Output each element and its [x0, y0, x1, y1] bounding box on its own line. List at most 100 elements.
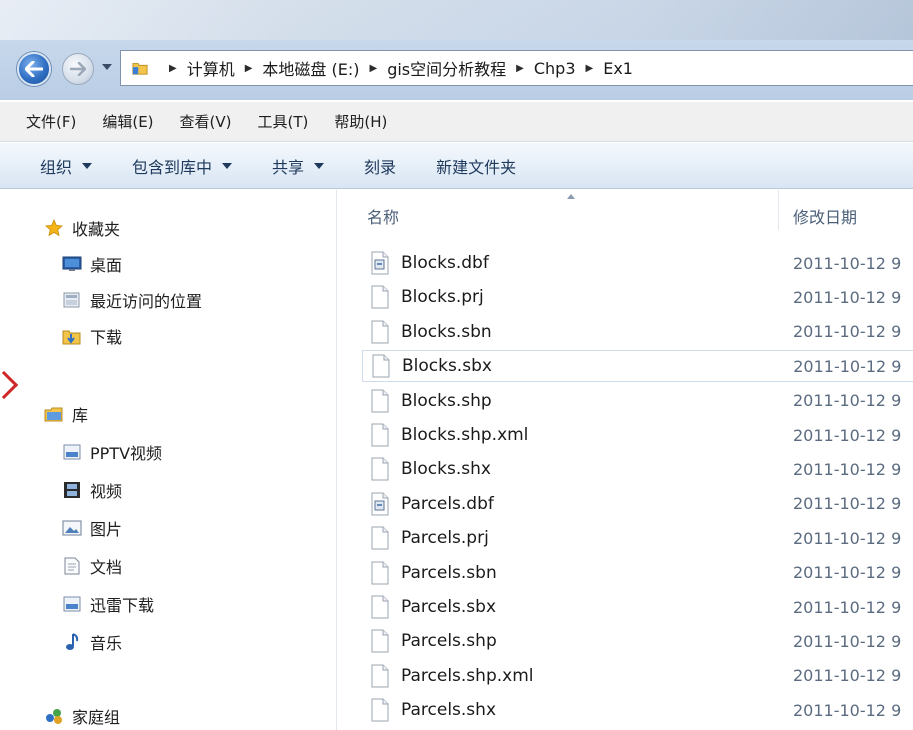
nav-xunlei-downloads[interactable]: 迅雷下载: [62, 592, 154, 616]
file-row[interactable]: Blocks.prj 2011-10-12 9: [362, 281, 913, 313]
picture-icon: [62, 519, 82, 537]
blank-file-icon: [371, 526, 389, 550]
file-modified-date: 2011-10-12 9: [793, 528, 902, 548]
breadcrumb-separator-icon[interactable]: ▶: [370, 63, 378, 74]
file-list-pane: 名称 修改日期 Blocks.dbf 2011-10-12 9 Blocks.prj…: [338, 190, 913, 730]
navigation-pane: 收藏夹 桌面 最近访问的位置 下载 库 PPTV视频 视频 图片 文档 迅雷下载…: [0, 190, 337, 730]
blank-file-icon: [371, 423, 389, 447]
breadcrumb-computer[interactable]: 计算机: [187, 56, 235, 80]
column-divider[interactable]: [778, 190, 779, 230]
desktop-icon: [62, 255, 82, 273]
new-folder-button[interactable]: 新建文件夹: [436, 154, 516, 178]
file-name: Parcels.sbx: [401, 597, 497, 617]
organize-label: 组织: [40, 157, 73, 177]
file-row[interactable]: Blocks.shp.xml 2011-10-12 9: [362, 419, 913, 451]
share-button[interactable]: 共享: [272, 154, 325, 178]
include-in-library-button[interactable]: 包含到库中: [132, 154, 233, 178]
file-modified-date: 2011-10-12 9: [793, 700, 902, 720]
address-bar[interactable]: ▶ 计算机 ▶ 本地磁盘 (E:) ▶ gis空间分析教程 ▶ Chp3 ▶ E…: [120, 50, 913, 86]
column-header-modified[interactable]: 修改日期: [793, 204, 857, 228]
file-modified-date: 2011-10-12 9: [793, 597, 902, 617]
blank-file-icon: [371, 457, 389, 481]
file-modified-date: 2011-10-12 9: [793, 322, 902, 342]
nav-music[interactable]: 音乐: [62, 630, 122, 654]
blank-file-icon: [371, 285, 389, 309]
nav-homegroup[interactable]: 家庭组: [44, 704, 120, 728]
back-button[interactable]: [17, 52, 51, 86]
file-modified-date: 2011-10-12 9: [793, 666, 902, 686]
breadcrumb-separator-icon[interactable]: ▶: [586, 63, 594, 74]
nav-downloads[interactable]: 下载: [62, 324, 122, 348]
recent-pages-dropdown[interactable]: [102, 64, 112, 70]
file-row[interactable]: Blocks.sbx 2011-10-12 9: [362, 350, 913, 383]
nav-libraries-label: 库: [72, 406, 89, 425]
blank-file-icon: [371, 698, 389, 722]
file-name: Blocks.shp: [401, 390, 492, 411]
nav-pictures[interactable]: 图片: [62, 516, 122, 540]
nav-libraries[interactable]: 库: [44, 402, 88, 426]
file-row[interactable]: Parcels.prj 2011-10-12 9: [362, 522, 913, 554]
nav-favorites-label: 收藏夹: [72, 220, 121, 239]
menu-view[interactable]: 查看(V): [180, 111, 232, 132]
back-arrow-icon: [25, 61, 43, 77]
file-modified-date: 2011-10-12 9: [793, 631, 902, 651]
file-row[interactable]: Blocks.shx 2011-10-12 9: [362, 453, 913, 485]
nav-documents[interactable]: 文档: [62, 554, 122, 578]
menu-bar: 文件(F) 编辑(E) 查看(V) 工具(T) 帮助(H): [0, 102, 913, 142]
library-folder-icon: [62, 443, 82, 461]
chevron-right-icon: [0, 370, 19, 400]
file-name: Parcels.sbn: [401, 562, 497, 583]
file-row[interactable]: Blocks.dbf 2011-10-12 9: [362, 247, 913, 279]
file-row[interactable]: Parcels.sbn 2011-10-12 9: [362, 557, 913, 589]
breadcrumb-separator-icon[interactable]: ▶: [245, 63, 253, 74]
breadcrumb-separator-icon[interactable]: ▶: [169, 63, 177, 74]
file-name: Parcels.shx: [401, 700, 497, 721]
file-row[interactable]: Parcels.shp.xml 2011-10-12 9: [362, 660, 913, 692]
nav-videos-label: 视频: [90, 482, 123, 501]
menu-help[interactable]: 帮助(H): [334, 111, 387, 132]
nav-pptv-video[interactable]: PPTV视频: [62, 440, 162, 464]
blank-file-icon: [371, 561, 389, 585]
nav-desktop-label: 桌面: [90, 256, 123, 275]
menu-file[interactable]: 文件(F): [26, 111, 76, 132]
forward-button[interactable]: [62, 53, 94, 85]
music-note-icon: [62, 633, 82, 651]
file-name: Parcels.shp.xml: [401, 665, 534, 686]
burn-button[interactable]: 刻录: [364, 154, 396, 178]
file-name: Blocks.dbf: [401, 253, 489, 273]
chevron-down-icon: [314, 162, 325, 169]
breadcrumb-tutorial[interactable]: gis空间分析教程: [387, 56, 506, 80]
nav-music-label: 音乐: [90, 634, 123, 653]
file-row[interactable]: Parcels.shp 2011-10-12 9: [362, 625, 913, 657]
file-modified-date: 2011-10-12 9: [793, 356, 902, 376]
file-modified-date: 2011-10-12 9: [793, 459, 902, 479]
breadcrumb-chp3[interactable]: Chp3: [534, 59, 576, 78]
sort-ascending-icon: [567, 194, 575, 199]
nav-desktop[interactable]: 桌面: [62, 252, 122, 276]
menu-edit[interactable]: 编辑(E): [102, 111, 153, 132]
organize-button[interactable]: 组织: [40, 154, 93, 178]
file-row[interactable]: Blocks.sbn 2011-10-12 9: [362, 316, 913, 348]
film-icon: [62, 481, 82, 499]
breadcrumb-ex1[interactable]: Ex1: [603, 59, 633, 78]
blank-file-icon: [371, 320, 389, 344]
include-library-label: 包含到库中: [132, 157, 213, 177]
file-row[interactable]: Parcels.dbf 2011-10-12 9: [362, 488, 913, 520]
column-header-name[interactable]: 名称: [367, 204, 399, 228]
file-row[interactable]: Parcels.sbx 2011-10-12 9: [362, 591, 913, 623]
file-row[interactable]: Blocks.shp 2011-10-12 9: [362, 385, 913, 417]
forward-arrow-icon: [70, 62, 86, 76]
nav-pptv-video-label: PPTV视频: [90, 444, 163, 463]
command-bar: 组织 包含到库中 共享 刻录 新建文件夹: [0, 143, 913, 189]
menu-tools[interactable]: 工具(T): [258, 111, 309, 132]
file-name: Blocks.shp.xml: [401, 425, 529, 445]
file-modified-date: 2011-10-12 9: [793, 425, 902, 445]
nav-favorites[interactable]: 收藏夹: [44, 216, 120, 240]
breadcrumb-drive[interactable]: 本地磁盘 (E:): [262, 56, 359, 80]
nav-videos[interactable]: 视频: [62, 478, 122, 502]
file-row[interactable]: Parcels.shx 2011-10-12 9: [362, 694, 913, 726]
file-modified-date: 2011-10-12 9: [793, 253, 902, 273]
nav-recent-places[interactable]: 最近访问的位置: [62, 288, 202, 312]
file-modified-date: 2011-10-12 9: [793, 563, 902, 583]
breadcrumb-separator-icon[interactable]: ▶: [516, 63, 524, 74]
